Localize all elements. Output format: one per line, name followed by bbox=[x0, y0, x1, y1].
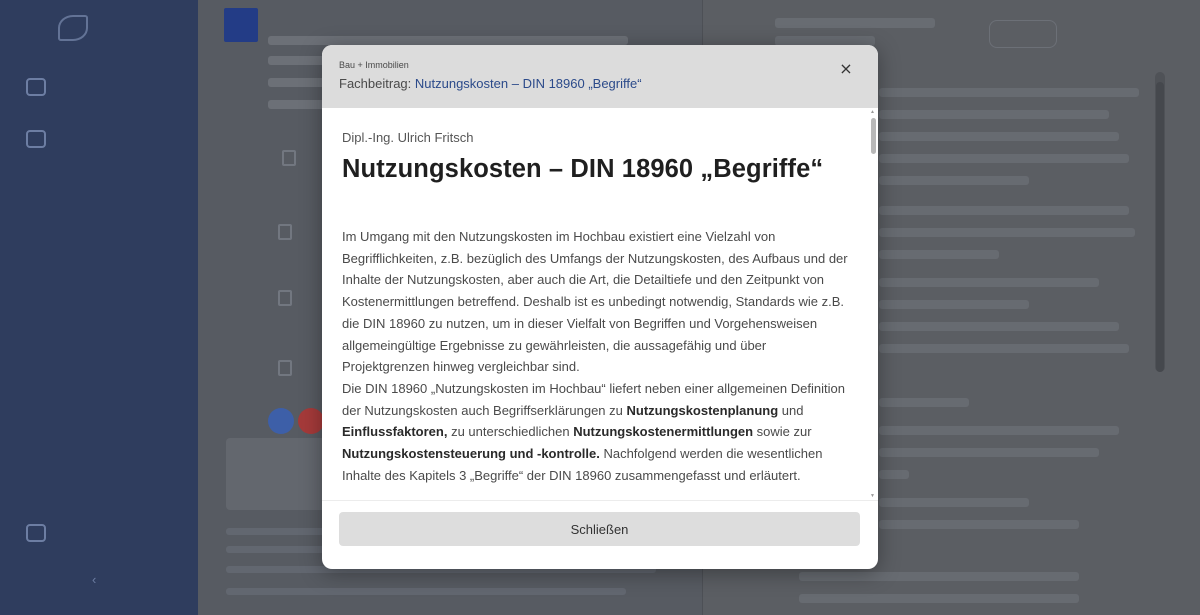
article-text-segment: zu unterschiedlichen bbox=[447, 424, 574, 440]
page-selector[interactable] bbox=[989, 20, 1057, 48]
document-scrollbar[interactable] bbox=[1155, 72, 1165, 372]
modal-category: Bau + Immobilien bbox=[339, 60, 409, 70]
source-doc-icon bbox=[278, 360, 292, 376]
assistant-avatar bbox=[224, 8, 258, 42]
document-pane-title bbox=[775, 18, 935, 28]
new-chat-icon bbox=[26, 78, 46, 96]
modal-body[interactable]: Dipl.-Ing. Ulrich Fritsch Nutzungskosten… bbox=[322, 108, 878, 500]
logo-mark-icon bbox=[58, 15, 88, 41]
document-text-line bbox=[879, 398, 969, 407]
logout-icon bbox=[26, 524, 46, 542]
article-title: Nutzungskosten – DIN 18960 „Begriffe“ bbox=[342, 155, 824, 183]
document-text-line bbox=[879, 132, 1119, 141]
sidebar-item-logout[interactable] bbox=[26, 524, 46, 542]
document-text-line bbox=[879, 448, 1099, 457]
download-button[interactable] bbox=[1063, 20, 1103, 48]
document-text-line bbox=[879, 176, 1029, 185]
document-text-line bbox=[879, 300, 1029, 309]
modal-header: Bau + Immobilien Fachbeitrag: Nutzungsko… bbox=[322, 45, 878, 108]
document-text-line bbox=[879, 88, 1139, 97]
article-text-segment: und bbox=[778, 402, 804, 418]
article-paragraph-1: Im Umgang mit den Nutzungskosten im Hoch… bbox=[342, 229, 848, 375]
chat-text-line bbox=[268, 36, 628, 45]
article-text-segment: sowie zur bbox=[753, 424, 812, 440]
modal-title-link[interactable]: Nutzungskosten – DIN 18960 „Begriffe“ bbox=[415, 76, 642, 91]
chevron-down-icon[interactable]: ▼ bbox=[870, 493, 875, 499]
keyword-nutzungskostenermittlungen: Nutzungskostenermittlungen bbox=[573, 424, 754, 440]
article-author: Dipl.-Ing. Ulrich Fritsch bbox=[342, 130, 474, 145]
document-text-line bbox=[879, 344, 1129, 353]
keyword-nutzungskostensteuerung: Nutzungskostensteuerung und -kontrolle. bbox=[342, 446, 600, 462]
close-icon[interactable]: × bbox=[836, 59, 856, 79]
feedback-dislike-icon[interactable] bbox=[298, 408, 324, 434]
modal-title: Fachbeitrag: Nutzungskosten – DIN 18960 … bbox=[339, 76, 642, 91]
sidebar-collapse-button[interactable]: ‹ bbox=[92, 572, 96, 587]
document-text-line bbox=[879, 154, 1129, 163]
article-modal: Bau + Immobilien Fachbeitrag: Nutzungsko… bbox=[322, 45, 878, 569]
modal-scrollbar[interactable]: ▲ ▼ bbox=[869, 109, 877, 499]
document-text-line bbox=[879, 250, 999, 259]
keyword-nutzungskostenplanung: Nutzungskostenplanung bbox=[626, 402, 779, 418]
document-text-line bbox=[799, 572, 1079, 581]
source-doc-icon bbox=[282, 150, 296, 166]
document-text-line bbox=[879, 322, 1119, 331]
chevron-up-icon[interactable]: ▲ bbox=[870, 109, 875, 115]
source-doc-icon bbox=[278, 290, 292, 306]
sidebar-item-archive[interactable] bbox=[26, 130, 46, 148]
close-button[interactable]: Schließen bbox=[339, 512, 860, 546]
modal-footer: Schließen bbox=[322, 500, 878, 569]
document-text-line bbox=[879, 206, 1129, 215]
sidebar-item-new-chat[interactable] bbox=[26, 78, 46, 96]
document-text-line bbox=[879, 426, 1119, 435]
document-text-line bbox=[799, 594, 1079, 603]
disclaimer-line bbox=[226, 588, 626, 595]
document-text-line bbox=[879, 520, 1079, 529]
feedback-like-icon[interactable] bbox=[268, 408, 294, 434]
article-text: Im Umgang mit den Nutzungskosten im Hoch… bbox=[342, 226, 852, 486]
modal-scrollbar-thumb[interactable] bbox=[871, 118, 876, 154]
document-text-line bbox=[879, 228, 1135, 237]
app-logo bbox=[58, 12, 148, 44]
document-text-line bbox=[879, 278, 1099, 287]
modal-title-prefix: Fachbeitrag: bbox=[339, 76, 412, 91]
document-text-line bbox=[879, 498, 1029, 507]
sidebar: ‹ bbox=[0, 0, 198, 615]
font-size-button[interactable] bbox=[1113, 20, 1153, 48]
source-doc-icon bbox=[278, 224, 292, 240]
archive-icon bbox=[26, 130, 46, 148]
document-text-line bbox=[879, 110, 1109, 119]
document-text-line bbox=[879, 470, 909, 479]
keyword-einflussfaktoren: Einflussfaktoren, bbox=[342, 424, 448, 440]
